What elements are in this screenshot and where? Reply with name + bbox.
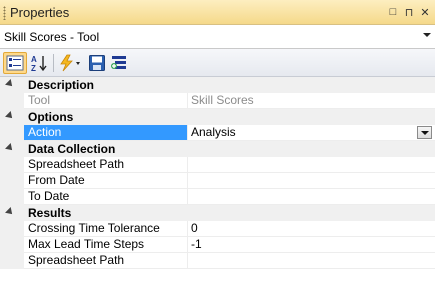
category-row-results[interactable]: Results xyxy=(0,205,435,221)
events-icon xyxy=(60,54,80,72)
property-value[interactable]: -1 xyxy=(187,237,435,253)
property-row-action[interactable]: Action Analysis xyxy=(0,125,435,141)
alphabetical-button[interactable]: A Z xyxy=(28,52,50,74)
dropdown-arrow-icon[interactable] xyxy=(417,126,432,139)
property-row-spreadsheet-path[interactable]: Spreadsheet Path xyxy=(0,157,435,173)
row-margin xyxy=(0,189,24,205)
property-name: Tool xyxy=(24,93,187,109)
save-button[interactable] xyxy=(86,52,108,74)
property-row-tool[interactable]: Tool Skill Scores xyxy=(0,93,435,109)
category-row-description[interactable]: Description xyxy=(0,77,435,93)
save-icon xyxy=(89,55,105,71)
collapse-arrow-icon[interactable] xyxy=(5,79,15,89)
collapse-arrow-icon[interactable] xyxy=(5,207,15,217)
chevron-down-icon[interactable] xyxy=(423,33,431,37)
property-value: Analysis xyxy=(191,125,236,139)
property-row-max-lead-time-steps[interactable]: Max Lead Time Steps -1 xyxy=(0,237,435,253)
category-row-options[interactable]: Options xyxy=(0,109,435,125)
alphabetical-icon: A Z xyxy=(31,55,47,72)
property-value[interactable] xyxy=(187,253,435,269)
property-grid: Description Tool Skill Scores Options Ac… xyxy=(0,77,435,284)
property-name: Crossing Time Tolerance xyxy=(24,221,187,237)
panel-title-bar[interactable]: Properties □ ⊓ ✕ xyxy=(0,0,435,25)
window-buttons: □ ⊓ ✕ xyxy=(387,5,431,19)
property-row-to-date[interactable]: To Date xyxy=(0,189,435,205)
property-name: Max Lead Time Steps xyxy=(24,237,187,253)
row-margin xyxy=(0,173,24,189)
drag-grip-icon[interactable] xyxy=(3,6,6,20)
close-icon[interactable]: ✕ xyxy=(419,5,431,19)
category-label: Description xyxy=(28,78,95,92)
category-label: Options xyxy=(28,110,74,124)
categorized-icon xyxy=(6,55,24,71)
row-margin xyxy=(0,157,24,173)
object-selector-value: Skill Scores - Tool xyxy=(4,30,100,44)
category-row-data-collection[interactable]: Data Collection xyxy=(0,141,435,157)
property-pages-icon xyxy=(111,56,126,69)
collapse-arrow-icon[interactable] xyxy=(5,111,15,121)
property-value[interactable] xyxy=(187,189,435,205)
property-value[interactable] xyxy=(187,173,435,189)
collapse-arrow-icon[interactable] xyxy=(5,143,15,153)
events-button[interactable] xyxy=(57,52,83,74)
object-selector-dropdown[interactable]: Skill Scores - Tool xyxy=(0,25,435,49)
properties-toolbar: A Z xyxy=(0,49,435,77)
property-value: Skill Scores xyxy=(187,93,435,109)
property-name: Spreadsheet Path xyxy=(24,157,187,173)
row-margin xyxy=(0,237,24,253)
pin-icon[interactable]: ⊓ xyxy=(403,5,415,19)
property-row-results-spreadsheet-path[interactable]: Spreadsheet Path xyxy=(0,253,435,269)
property-value[interactable]: 0 xyxy=(187,221,435,237)
row-margin xyxy=(0,93,24,109)
categorized-button[interactable] xyxy=(3,52,27,74)
property-name: Action xyxy=(24,125,187,141)
property-value-dropdown[interactable]: Analysis xyxy=(187,125,435,141)
property-value[interactable] xyxy=(187,157,435,173)
panel-title: Properties xyxy=(10,5,70,20)
property-name: To Date xyxy=(24,189,187,205)
toolbar-separator xyxy=(53,54,54,72)
property-row-crossing-time-tolerance[interactable]: Crossing Time Tolerance 0 xyxy=(0,221,435,237)
property-pages-button[interactable] xyxy=(108,52,130,74)
row-margin xyxy=(0,221,24,237)
property-name: From Date xyxy=(24,173,187,189)
svg-text:A: A xyxy=(31,55,37,64)
dock-options-icon[interactable]: □ xyxy=(387,5,399,19)
svg-text:Z: Z xyxy=(31,64,36,72)
row-margin xyxy=(0,253,24,269)
category-label: Results xyxy=(28,206,72,220)
category-label: Data Collection xyxy=(28,142,116,156)
property-row-from-date[interactable]: From Date xyxy=(0,173,435,189)
property-name: Spreadsheet Path xyxy=(24,253,187,269)
row-margin xyxy=(0,125,24,141)
